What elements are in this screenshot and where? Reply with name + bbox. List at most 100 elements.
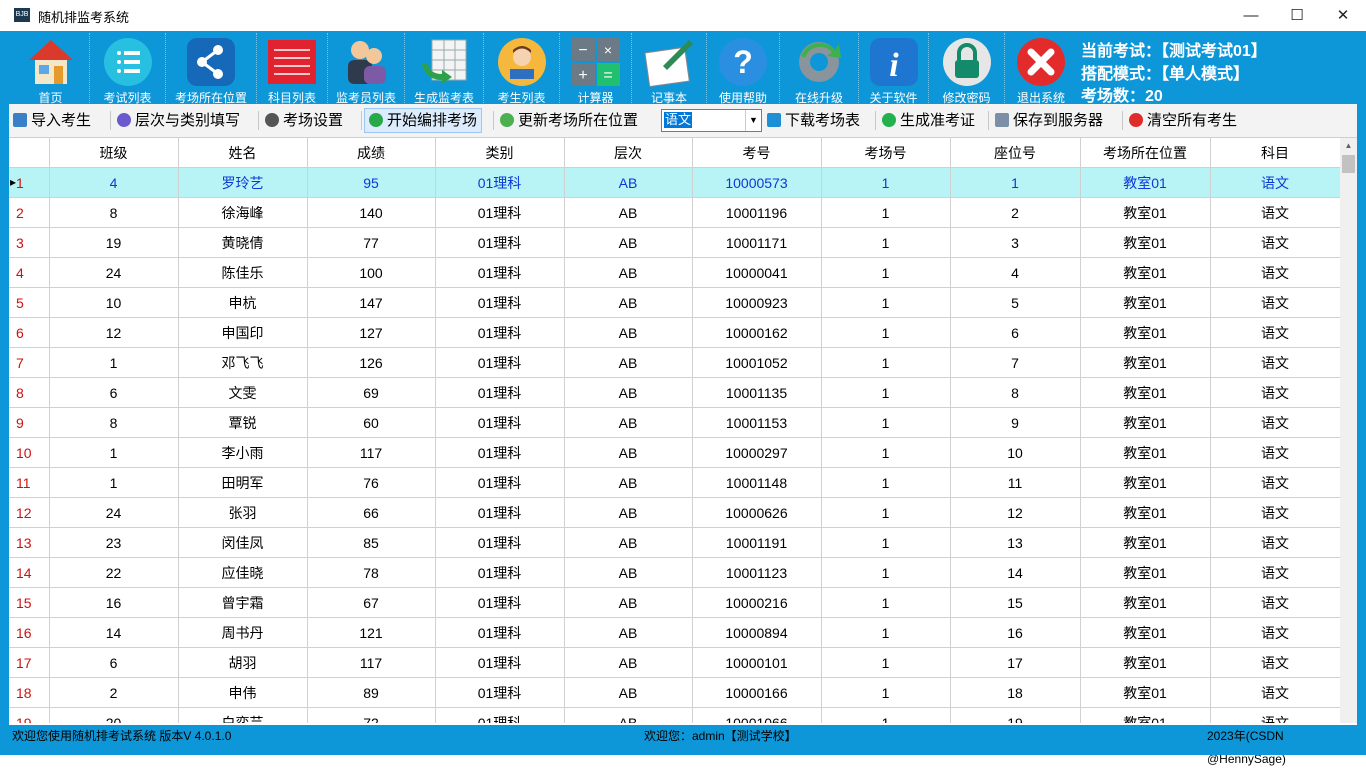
ribbon-calculator-button[interactable]: − × + = 计算器 [560,33,632,105]
level-category-fill-button[interactable]: 层次与类别填写 [113,109,244,132]
table-cell[interactable]: 陈佳乐 [178,257,308,288]
table-cell[interactable]: 1 [821,527,951,558]
close-button[interactable]: ✕ [1320,0,1366,31]
table-cell[interactable]: 12 [950,497,1081,528]
row-number[interactable]: 6 [9,317,50,348]
ribbon-about-button[interactable]: i 关于软件 [859,33,929,105]
table-cell[interactable]: 01理科 [435,467,565,498]
row-number[interactable]: 3 [9,227,50,258]
update-location-button[interactable]: 更新考场所在位置 [496,109,642,132]
table-cell[interactable]: 10 [950,437,1081,468]
table-cell[interactable]: 3 [950,227,1081,258]
table-cell[interactable]: AB [564,287,693,318]
table-row[interactable]: 7 1 邓飞飞 126 01理科 AB 10001052 1 7 教室01 语文 [9,347,1340,378]
table-row[interactable]: 11 1 田明军 76 01理科 AB 10001148 1 11 教室01 语文 [9,467,1340,498]
table-cell[interactable]: 1 [49,467,179,498]
column-header[interactable]: 类别 [435,138,565,168]
table-cell[interactable]: 1 [821,197,951,228]
table-cell[interactable]: 语文 [1210,407,1340,438]
download-room-table-button[interactable]: 下载考场表 [763,109,864,132]
generate-ticket-button[interactable]: 生成准考证 [878,109,979,132]
table-cell[interactable]: 邓飞飞 [178,347,308,378]
table-cell[interactable]: 01理科 [435,647,565,678]
table-cell[interactable]: 黄晓倩 [178,227,308,258]
row-number[interactable]: 5 [9,287,50,318]
table-cell[interactable]: 教室01 [1080,167,1211,198]
table-cell[interactable]: 胡羽 [178,647,308,678]
table-cell[interactable]: 24 [49,257,179,288]
row-number[interactable]: 2 [9,197,50,228]
table-cell[interactable]: 语文 [1210,377,1340,408]
table-cell[interactable]: 10 [49,287,179,318]
table-cell[interactable]: 4 [49,167,179,198]
table-cell[interactable]: 18 [950,677,1081,708]
table-cell[interactable]: 10001191 [692,527,822,558]
table-cell[interactable]: 应佳晓 [178,557,308,588]
table-cell[interactable]: 语文 [1210,617,1340,648]
table-cell[interactable]: 教室01 [1080,647,1211,678]
table-cell[interactable]: 1 [950,167,1081,198]
table-cell[interactable]: 01理科 [435,317,565,348]
table-cell[interactable]: 1 [821,407,951,438]
row-number[interactable]: 11 [9,467,50,498]
table-cell[interactable]: 田明军 [178,467,308,498]
ribbon-student-list-button[interactable]: 考生列表 [484,33,560,105]
column-header[interactable]: 座位号 [950,138,1081,168]
table-cell[interactable]: 10000894 [692,617,822,648]
table-cell[interactable]: 01理科 [435,407,565,438]
table-cell[interactable]: 14 [950,557,1081,588]
ribbon-exam-list-button[interactable]: 考试列表 [90,33,166,105]
table-cell[interactable]: 23 [49,527,179,558]
table-cell[interactable]: AB [564,527,693,558]
table-cell[interactable]: 9 [950,407,1081,438]
table-cell[interactable]: 语文 [1210,257,1340,288]
ribbon-notebook-button[interactable]: 记事本 [632,33,707,105]
table-cell[interactable]: 语文 [1210,557,1340,588]
table-cell[interactable]: 教室01 [1080,407,1211,438]
table-cell[interactable]: 01理科 [435,617,565,648]
table-cell[interactable]: 教室01 [1080,437,1211,468]
table-cell[interactable]: 117 [307,647,436,678]
table-cell[interactable]: 60 [307,407,436,438]
table-cell[interactable]: 19 [950,707,1081,723]
table-cell[interactable]: 1 [821,557,951,588]
table-cell[interactable]: 89 [307,677,436,708]
table-row[interactable]: 15 16 曾宇霜 67 01理科 AB 10000216 1 15 教室01 语文 [9,587,1340,618]
row-number[interactable]: 12 [9,497,50,528]
table-cell[interactable]: 77 [307,227,436,258]
table-cell[interactable]: 教室01 [1080,617,1211,648]
table-row[interactable]: 10 1 李小雨 117 01理科 AB 10000297 1 10 教室01 语文 [9,437,1340,468]
table-row[interactable]: 6 12 申国印 127 01理科 AB 10000162 1 6 教室01 语文 [9,317,1340,348]
column-header[interactable]: 班级 [49,138,179,168]
row-number[interactable]: 15 [9,587,50,618]
table-cell[interactable]: 教室01 [1080,287,1211,318]
table-row[interactable]: 19 20 白奕芸 72 01理科 AB 10001066 1 19 教室01 语文 [9,707,1340,723]
table-cell[interactable]: 10000162 [692,317,822,348]
table-cell[interactable]: 文雯 [178,377,308,408]
table-cell[interactable]: AB [564,437,693,468]
row-number[interactable]: 14 [9,557,50,588]
import-students-button[interactable]: 导入考生 [9,109,95,132]
table-cell[interactable]: 72 [307,707,436,723]
ribbon-change-password-button[interactable]: 修改密码 [929,33,1005,105]
table-cell[interactable]: 10001052 [692,347,822,378]
save-to-server-button[interactable]: 保存到服务器 [991,109,1107,132]
table-cell[interactable]: 闵佳凤 [178,527,308,558]
table-cell[interactable]: 1 [821,497,951,528]
table-cell[interactable]: 10000297 [692,437,822,468]
table-cell[interactable]: 10001123 [692,557,822,588]
table-cell[interactable]: 教室01 [1080,197,1211,228]
table-cell[interactable]: 22 [49,557,179,588]
table-cell[interactable]: AB [564,587,693,618]
table-cell[interactable]: 教室01 [1080,497,1211,528]
table-cell[interactable]: 66 [307,497,436,528]
scrollbar-thumb[interactable] [1342,155,1355,173]
start-arrange-button[interactable]: 开始编排考场 [364,108,483,133]
chevron-down-icon[interactable]: ▼ [745,110,761,131]
table-cell[interactable]: 24 [49,497,179,528]
table-cell[interactable]: 14 [49,617,179,648]
ribbon-room-location-button[interactable]: 考场所在位置 [166,33,257,105]
table-cell[interactable]: 8 [49,197,179,228]
table-cell[interactable]: AB [564,317,693,348]
table-row[interactable]: 16 14 周书丹 121 01理科 AB 10000894 1 16 教室01 语文 [9,617,1340,648]
